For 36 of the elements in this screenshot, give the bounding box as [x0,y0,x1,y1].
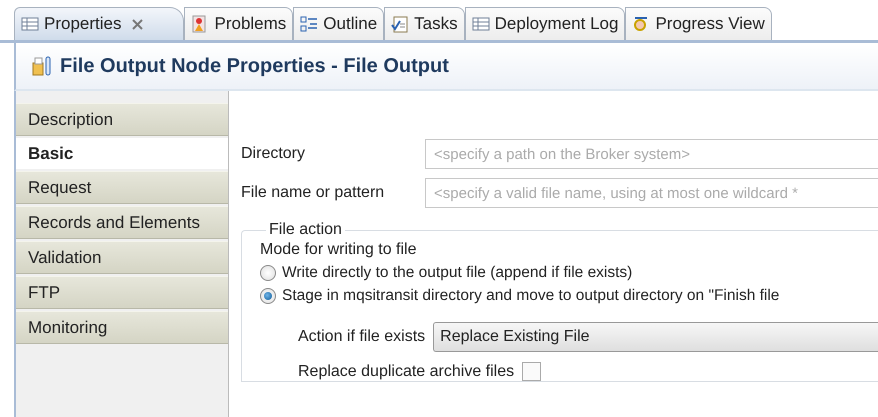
radio-option[interactable]: Write directly to the output file (append if file exists) [260,264,878,282]
view-tab[interactable]: Progress View [625,7,772,40]
close-icon[interactable] [132,18,144,30]
mode-label: Mode for writing to file [260,241,418,259]
radio-icon[interactable] [260,265,276,281]
text-field[interactable]: <specify a valid file name, using at most one wildcard * [425,178,878,208]
view-tab[interactable]: Deployment Log [464,7,626,40]
file-node-icon [32,55,52,77]
field-label: Replace duplicate archive files [298,362,514,380]
sidebar-tab[interactable]: FTP [16,276,228,309]
action-dropdown[interactable]: Replace Existing File [433,322,878,352]
table-icon [472,15,490,33]
view-tab[interactable]: Problems [184,7,294,40]
sidebar-tab[interactable]: Validation [16,241,228,274]
text-field[interactable]: <specify a path on the Broker system> [425,139,878,169]
field-label: Action if file exists [298,328,426,346]
group-title: File action [268,221,343,239]
radio-label: Write directly to the output file (append if file exists) [282,264,632,282]
field-label: Directory [241,145,306,163]
table-icon [21,15,39,33]
view-tab[interactable]: Outline [293,7,384,40]
sidebar-tab[interactable]: Monitoring [16,311,228,344]
radio-icon[interactable] [260,288,276,304]
field-label: File name or pattern [241,184,386,202]
outline-icon [300,15,318,33]
clipboard-icon [391,15,410,33]
radio-option[interactable]: Stage in mqsitransit directory and move to output directory on "Finish file [260,287,878,305]
sidebar-tab[interactable]: Records and Elements [16,206,228,239]
sidebar-tab[interactable]: Basic [16,138,228,169]
radio-label: Stage in mqsitransit directory and move to output directory on "Finish file [282,287,780,305]
sidebar-tab[interactable]: Description [16,103,228,136]
checkbox[interactable] [522,362,542,381]
header-title: File Output Node Properties - File Output [60,54,449,78]
view-tab[interactable]: Properties [14,7,184,40]
sidebar-tab[interactable]: Request [16,171,228,204]
view-tab[interactable]: Tasks [384,7,465,40]
